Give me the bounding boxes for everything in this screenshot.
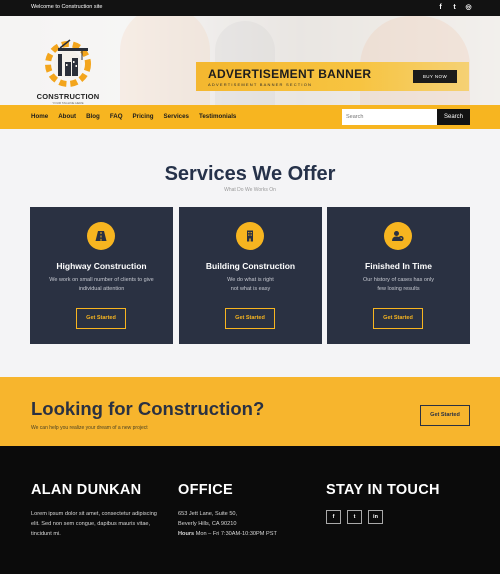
services-title: Services We Offer <box>164 163 336 185</box>
get-started-button[interactable]: Get Started <box>225 308 275 329</box>
cta-get-started-button[interactable]: Get Started <box>420 405 470 426</box>
card-description: We work on small number of clients to gi… <box>49 277 154 292</box>
building-icon <box>247 230 253 242</box>
footer: ALAN DUNKAN Lorem ipsum dolor sit amet, … <box>0 446 500 574</box>
service-card-finished: Finished In Time Our history of cases ha… <box>327 207 470 344</box>
card-description: Our history of cases has only few losing… <box>363 277 434 292</box>
logo-name: CONSTRUCTION <box>36 92 100 101</box>
cta-title: Looking for Construction? <box>31 398 265 419</box>
welcome-text: Welcome to Construction site <box>31 4 103 10</box>
get-started-button[interactable]: Get Started <box>76 308 126 329</box>
footer-about-text: Lorem ipsum dolor sit amet, consectetur … <box>31 511 157 537</box>
footer-title-about: ALAN DUNKAN <box>31 482 142 498</box>
linkedin-icon[interactable]: in <box>368 510 383 524</box>
gear-crane-logo-icon <box>45 39 91 87</box>
buy-now-button[interactable]: BUY NOW <box>413 70 457 83</box>
user-clock-icon <box>392 231 404 242</box>
main-nav: Home About Blog FAQ Pricing Services Tes… <box>0 105 500 129</box>
card-title: Building Construction <box>205 261 296 271</box>
nav-item-about[interactable]: About <box>58 113 76 120</box>
nav-item-home[interactable]: Home <box>31 113 48 120</box>
nav-item-testimonials[interactable]: Testimonials <box>199 113 236 120</box>
top-social-links: f t ◎ <box>437 2 472 13</box>
header-hero: CONSTRUCTION YOUR TAGLINE HERE ADVERTISE… <box>0 16 500 105</box>
nav-item-services[interactable]: Services <box>164 113 189 120</box>
footer-title-contact: STAY IN TOUCH <box>326 482 440 498</box>
services-subtitle: What Do We Works On <box>224 187 276 193</box>
service-card-building: Building Construction We do what is righ… <box>179 207 322 344</box>
card-title: Finished In Time <box>365 261 432 271</box>
footer-office-text: 653 Jett Lane, Suite 50, Beverly Hills, … <box>178 511 277 537</box>
instagram-icon[interactable]: ◎ <box>465 2 472 13</box>
cta-subtitle: We can help you realize your dream of a … <box>31 425 148 431</box>
advertisement-banner[interactable]: ADVERTISEMENT BANNER ADVERTISEMENT BANNE… <box>196 62 469 91</box>
nav-item-blog[interactable]: Blog <box>86 113 100 120</box>
get-started-button[interactable]: Get Started <box>373 308 423 329</box>
twitter-icon[interactable]: t <box>451 2 458 13</box>
search-button[interactable]: Search <box>437 109 470 125</box>
footer-social-links: f t in <box>326 510 383 524</box>
nav-item-pricing[interactable]: Pricing <box>133 113 154 120</box>
ad-title: ADVERTISEMENT BANNER <box>208 67 372 81</box>
search-input[interactable] <box>342 109 437 125</box>
card-title: Highway Construction <box>56 261 147 271</box>
facebook-icon[interactable]: f <box>326 510 341 524</box>
top-bar: Welcome to Construction site f t ◎ <box>0 0 500 16</box>
cta-band: Looking for Construction? We can help yo… <box>0 377 500 446</box>
twitter-icon[interactable]: t <box>347 510 362 524</box>
card-description: We do what is right not what is easy <box>227 277 274 292</box>
road-icon <box>95 231 107 241</box>
hours-value: Mon – Fri 7:30AM-10:30PM PST <box>194 531 277 537</box>
hours-label: Hours <box>178 531 195 537</box>
ad-subtitle: ADVERTISEMENT BANNER SECTION <box>208 82 313 87</box>
service-card-highway: Highway Construction We work on small nu… <box>30 207 173 344</box>
footer-title-office: OFFICE <box>178 482 233 498</box>
facebook-icon[interactable]: f <box>437 2 444 13</box>
site-logo[interactable]: CONSTRUCTION YOUR TAGLINE HERE <box>30 34 106 105</box>
nav-item-faq[interactable]: FAQ <box>110 113 123 120</box>
